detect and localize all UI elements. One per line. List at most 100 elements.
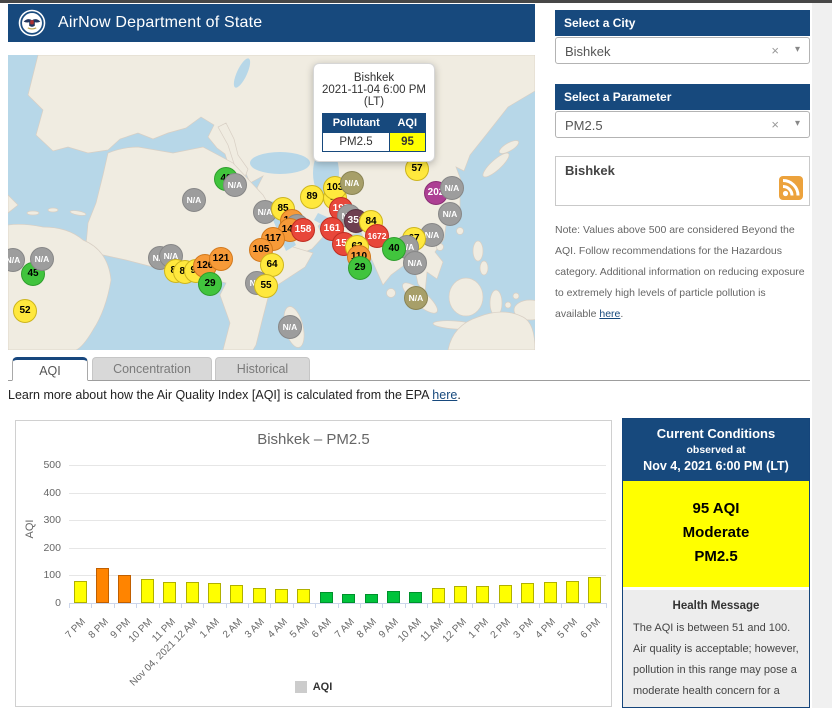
aqi-chart-panel: Bishkek – PM2.5 AQI 01002003004005007 PM…	[15, 420, 612, 707]
aqi-bar[interactable]	[118, 575, 131, 603]
x-axis-tick	[405, 603, 406, 608]
x-axis-tick	[203, 603, 204, 608]
aqi-map-marker[interactable]: 89	[300, 185, 324, 209]
popup-aqi-value: 95	[390, 133, 426, 152]
aqi-map-marker[interactable]: N/A	[403, 251, 427, 275]
x-axis-tick	[270, 603, 271, 608]
aqi-bar[interactable]	[387, 591, 400, 603]
parameter-clear-icon[interactable]: ×	[771, 117, 779, 132]
epa-link[interactable]: here	[432, 388, 457, 402]
aqi-map-marker[interactable]: N/A	[182, 188, 206, 212]
popup-city: Bishkek	[320, 72, 428, 84]
aqi-category: Moderate	[627, 521, 805, 545]
aqi-map-marker[interactable]: 158	[291, 218, 315, 242]
x-axis-tick	[69, 603, 70, 608]
aqi-bar[interactable]	[320, 592, 333, 603]
x-axis-tick	[606, 603, 607, 608]
aqi-bar[interactable]	[230, 585, 243, 603]
city-select-header: Select a City	[555, 10, 810, 36]
rss-feed-box: Bishkek	[555, 156, 810, 206]
aqi-bar[interactable]	[454, 586, 467, 603]
city-select[interactable]: Bishkek × ▾	[555, 37, 810, 64]
aqi-bar[interactable]	[566, 581, 579, 603]
aqi-bar[interactable]	[275, 589, 288, 603]
aqi-bar[interactable]	[96, 568, 109, 603]
aqi-map-marker[interactable]: N/A	[438, 202, 462, 226]
chart-legend[interactable]: AQI	[16, 681, 611, 693]
tab-underline	[8, 380, 810, 381]
aqi-bar[interactable]	[365, 594, 378, 603]
x-axis-tick	[517, 603, 518, 608]
app-header: AirNow Department of State	[8, 4, 535, 42]
parameter-dropdown-caret-icon[interactable]: ▾	[795, 118, 800, 129]
aqi-map-marker[interactable]: 121	[209, 247, 233, 271]
aqi-map-marker[interactable]: N/A	[278, 315, 302, 339]
popup-col-aqi: AQI	[390, 114, 426, 133]
x-axis-tick	[226, 603, 227, 608]
tab-concentration[interactable]: Concentration	[92, 357, 212, 381]
aqi-bar[interactable]	[253, 588, 266, 603]
aqi-bar[interactable]	[186, 582, 199, 603]
legend-label: AQI	[313, 681, 333, 693]
health-message-block: Health Message The AQI is between 51 and…	[623, 590, 809, 708]
chart-title: Bishkek – PM2.5	[16, 431, 611, 448]
aqi-map-marker[interactable]: 40	[382, 237, 406, 261]
aqi-pollutant: PM2.5	[627, 545, 805, 569]
x-axis-tick	[382, 603, 383, 608]
aqi-bar[interactable]	[141, 579, 154, 603]
aqi-map-marker[interactable]: N/A	[404, 286, 428, 310]
learn-more-prefix: Learn more about how the Air Quality Ind…	[8, 388, 432, 402]
browser-top-edge	[0, 0, 832, 3]
city-clear-icon[interactable]: ×	[771, 43, 779, 58]
aqi-bar[interactable]	[588, 577, 601, 603]
tab-historical[interactable]: Historical	[215, 357, 310, 381]
aqi-bar[interactable]	[74, 581, 87, 603]
aqi-marker-layer: 5245N/AN/A40N/AN/AN/A858990103195N/A3518…	[8, 55, 535, 350]
tab-aqi[interactable]: AQI	[12, 357, 88, 381]
x-axis-tick	[494, 603, 495, 608]
aqi-map-marker[interactable]: N/A	[440, 176, 464, 200]
aqi-map-marker[interactable]: 55	[254, 274, 278, 298]
x-axis-tick	[360, 603, 361, 608]
parameter-select[interactable]: PM2.5 × ▾	[555, 111, 810, 138]
note-here-link[interactable]: here	[599, 308, 620, 320]
aqi-summary-block: 95 AQI Moderate PM2.5	[623, 481, 809, 590]
aqi-map-marker[interactable]: N/A	[223, 173, 247, 197]
beyond-aqi-note: Note: Values above 500 are considered Be…	[555, 220, 810, 325]
aqi-bar[interactable]	[432, 588, 445, 603]
aqi-bar[interactable]	[521, 583, 534, 603]
legend-swatch-icon	[295, 681, 307, 693]
aqi-bar[interactable]	[342, 594, 355, 603]
y-tick-label: 200	[31, 542, 61, 554]
aqi-bar[interactable]	[544, 582, 557, 603]
aqi-map-marker[interactable]: 29	[198, 272, 222, 296]
observed-datetime: Nov 4, 2021 6:00 PM (LT)	[627, 459, 805, 473]
y-tick-label: 0	[31, 597, 61, 609]
city-dropdown-caret-icon[interactable]: ▾	[795, 44, 800, 55]
aqi-map-marker[interactable]: 29	[348, 256, 372, 280]
aqi-bar[interactable]	[163, 582, 176, 603]
x-axis-tick	[91, 603, 92, 608]
rss-icon[interactable]	[779, 176, 803, 200]
popup-col-pollutant: Pollutant	[323, 114, 390, 133]
gridline	[69, 493, 606, 494]
x-axis-tick	[338, 603, 339, 608]
parameter-select-value: PM2.5	[565, 118, 603, 133]
x-axis-tick	[293, 603, 294, 608]
map-popup: Bishkek 2021-11-04 6:00 PM (LT) Pollutan…	[313, 63, 435, 162]
x-axis-tick	[584, 603, 585, 608]
aqi-bar[interactable]	[499, 585, 512, 603]
aqi-bar[interactable]	[208, 583, 221, 603]
aqi-map-marker[interactable]: N/A	[340, 171, 364, 195]
aqi-map-marker[interactable]: N/A	[30, 247, 54, 271]
world-aqi-map[interactable]: 5245N/AN/A40N/AN/AN/A858990103195N/A3518…	[8, 55, 535, 350]
y-tick-label: 300	[31, 514, 61, 526]
x-axis-tick	[315, 603, 316, 608]
learn-more-suffix: .	[457, 388, 460, 402]
aqi-bar[interactable]	[297, 589, 310, 603]
aqi-bar[interactable]	[409, 592, 422, 603]
x-axis-tick	[136, 603, 137, 608]
scrollbar-track[interactable]	[812, 3, 832, 708]
aqi-map-marker[interactable]: 52	[13, 299, 37, 323]
aqi-bar[interactable]	[476, 586, 489, 603]
